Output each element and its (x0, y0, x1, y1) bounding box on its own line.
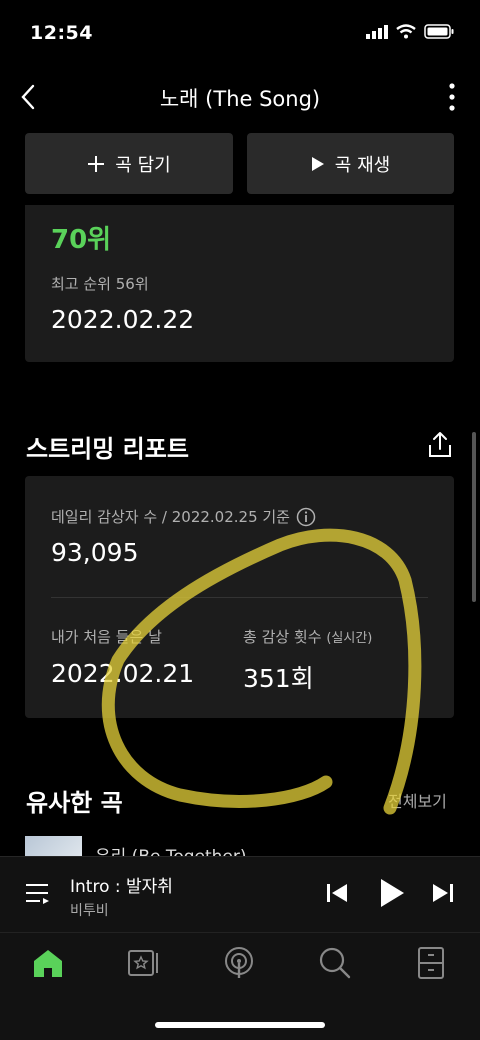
storage-icon[interactable] (413, 945, 449, 981)
play-song-label: 곡 재생 (334, 154, 391, 176)
peak-date: 2022.02.22 (51, 305, 195, 334)
battery-icon (424, 24, 454, 39)
total-plays-label: 총 감상 횟수 (실시간) (243, 626, 372, 647)
streaming-card: 데일리 감상자 수 / 2022.02.25 기준 93,095 내가 처음 들… (25, 476, 454, 718)
search-icon[interactable] (317, 945, 353, 981)
status-icons (366, 24, 454, 39)
add-song-button[interactable]: 곡 담기 (25, 133, 233, 194)
library-icon[interactable] (125, 945, 161, 981)
album-art (25, 836, 82, 856)
playlist-icon[interactable] (24, 881, 52, 907)
play-song-button[interactable]: 곡 재생 (247, 133, 454, 194)
status-time: 12:54 (30, 22, 93, 44)
divider (51, 597, 428, 598)
play-icon (311, 156, 324, 171)
peak-rank-label: 최고 순위 56위 (51, 275, 149, 293)
now-playing-title: Intro : 발자취 (70, 877, 173, 897)
podcast-icon[interactable] (221, 945, 257, 981)
streaming-report-title: 스트리밍 리포트 (26, 435, 189, 463)
chart-rank: 70위 (51, 225, 112, 255)
first-listen-value: 2022.02.21 (51, 659, 195, 688)
total-plays-text: 총 감상 횟수 (243, 628, 322, 646)
play-pause-icon[interactable] (378, 877, 406, 909)
mini-player[interactable]: Intro : 발자취 비투비 (0, 856, 480, 933)
daily-listeners-text: 데일리 감상자 수 / 2022.02.25 기준 (51, 508, 290, 526)
song-title: 우리 (Be Together) (95, 842, 247, 856)
home-indicator (155, 1022, 325, 1028)
total-plays-value: 351회 (243, 664, 314, 693)
page-title: 노래 (The Song) (159, 87, 321, 111)
list-item[interactable]: 우리 (Be Together) (0, 832, 480, 856)
previous-icon[interactable] (325, 881, 349, 905)
more-icon[interactable] (442, 80, 462, 114)
next-icon[interactable] (431, 881, 455, 905)
wifi-icon (396, 24, 416, 39)
see-all-link[interactable]: 전체보기 (388, 788, 447, 812)
share-icon[interactable] (425, 430, 455, 460)
total-plays-sub: (실시간) (326, 631, 373, 646)
home-icon[interactable] (30, 945, 66, 981)
scrollbar[interactable] (472, 432, 476, 602)
first-listen-label: 내가 처음 들은 날 (51, 628, 162, 646)
now-playing-artist: 비투비 (70, 903, 109, 919)
chart-card: 70위 최고 순위 56위 2022.02.22 (25, 205, 454, 362)
signal-icon (366, 24, 388, 39)
daily-listeners-value: 93,095 (51, 538, 139, 567)
add-song-label: 곡 담기 (115, 154, 171, 176)
similar-songs-title: 유사한 곡 (26, 789, 123, 817)
plus-icon (88, 155, 105, 172)
info-icon[interactable] (296, 507, 316, 527)
daily-listeners-label: 데일리 감상자 수 / 2022.02.25 기준 (51, 506, 316, 527)
